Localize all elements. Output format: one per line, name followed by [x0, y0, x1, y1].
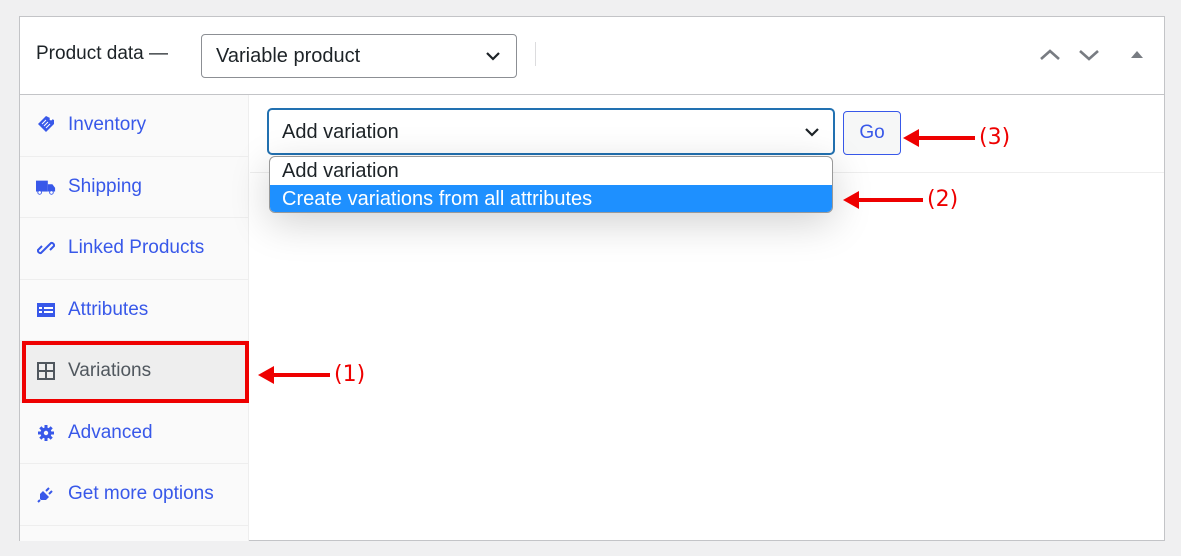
tab-label: Advanced	[68, 421, 153, 443]
annotation-label: (3)	[979, 125, 1011, 150]
tab-label: Linked Products	[68, 237, 205, 259]
go-button[interactable]: Go	[843, 111, 901, 155]
header-divider	[535, 42, 536, 66]
tab-advanced[interactable]: Advanced	[20, 403, 248, 464]
arrow-left-icon	[903, 128, 975, 147]
variations-panel: Add variation Go Add variation Create va…	[250, 95, 1164, 541]
panel-title: Product data —	[36, 43, 169, 64]
product-type-select[interactable]: Variable product	[201, 34, 517, 78]
link-icon	[36, 238, 56, 258]
tab-linked-products[interactable]: Linked Products	[20, 218, 248, 280]
toggle-panel-button[interactable]	[1125, 43, 1149, 67]
option-add-variation[interactable]: Add variation	[270, 157, 832, 185]
move-up-button[interactable]	[1038, 43, 1062, 67]
annotation-label: (2)	[927, 187, 959, 212]
triangle-up-icon	[1131, 51, 1143, 58]
annotation-1: (1)	[258, 362, 366, 387]
tab-attributes[interactable]: Attributes	[20, 280, 248, 341]
product-type-value: Variable product	[216, 45, 361, 67]
panel-header: Product data — Variable product	[20, 17, 1164, 95]
arrow-left-icon	[258, 365, 330, 384]
tag-icon	[36, 115, 56, 135]
tab-label: Attributes	[68, 298, 149, 320]
tab-label: Get more options	[68, 483, 214, 505]
annotation-2: (2)	[843, 187, 959, 212]
option-create-from-all-attributes[interactable]: Create variations from all attributes	[270, 185, 832, 212]
arrow-left-icon	[843, 190, 923, 209]
tab-label: Shipping	[68, 175, 142, 197]
tab-label: Variations	[68, 360, 152, 382]
tab-variations[interactable]: Variations	[20, 341, 248, 403]
tab-get-more-options[interactable]: Get more options	[20, 464, 248, 526]
chevron-down-icon	[484, 47, 502, 71]
chevron-down-icon	[1079, 50, 1099, 61]
product-data-tabs: Inventory Shipping Linked Products Attri…	[20, 95, 249, 541]
truck-icon	[36, 177, 56, 197]
tab-label: Inventory	[68, 114, 147, 136]
variation-action-dropdown: Add variation Create variations from all…	[269, 156, 833, 213]
chevron-down-icon	[803, 123, 821, 147]
list-icon	[36, 300, 56, 320]
move-down-button[interactable]	[1077, 43, 1101, 67]
product-data-panel: Product data — Variable product Inventor…	[19, 16, 1165, 541]
variation-action-value: Add variation	[282, 121, 399, 143]
gear-icon	[36, 423, 56, 443]
tab-inventory[interactable]: Inventory	[20, 95, 248, 157]
grid-icon	[36, 361, 56, 381]
chevron-up-icon	[1040, 49, 1060, 60]
plug-icon	[36, 484, 56, 504]
tab-shipping[interactable]: Shipping	[20, 157, 248, 218]
annotation-3: (3)	[903, 125, 1011, 150]
variation-action-select[interactable]: Add variation	[267, 108, 835, 155]
annotation-label: (1)	[334, 362, 366, 387]
